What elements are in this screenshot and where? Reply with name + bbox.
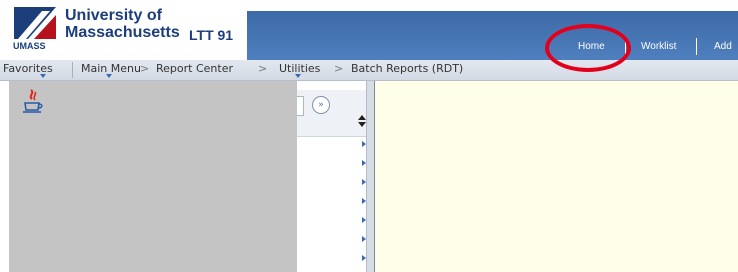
logo-university-text: University of	[65, 7, 162, 24]
highlight-circle	[545, 24, 631, 72]
breadcrumb-separator: >	[334, 62, 344, 75]
logo-environment-label: LTT 91	[189, 27, 234, 43]
favorites-dropdown-icon[interactable]	[40, 74, 46, 78]
java-applet-panel	[9, 81, 297, 272]
menu-search-input[interactable]	[297, 96, 304, 116]
nav-divider	[72, 62, 73, 78]
java-coffee-icon	[23, 89, 43, 113]
main-menu-dropdown-icon[interactable]	[106, 74, 112, 78]
breadcrumb-separator: >	[140, 62, 150, 75]
university-logo[interactable]: UMASS University of Massachusetts LTT 91	[11, 6, 247, 54]
sort-icon[interactable]	[358, 114, 366, 128]
menu-search-area	[297, 90, 366, 137]
content-area	[375, 81, 738, 272]
logo-massachusetts-text: Massachusetts	[65, 24, 180, 41]
collapse-menu-button[interactable]: »	[312, 96, 330, 114]
breadcrumb-separator: >	[258, 62, 268, 75]
add-to-favorites-link[interactable]: Add	[714, 41, 732, 53]
logo-umass-text: UMASS	[13, 41, 46, 51]
breadcrumb-batch-reports[interactable]: Batch Reports (RDT)	[351, 62, 463, 76]
utilities-dropdown-icon[interactable]	[295, 74, 301, 78]
header-separator	[696, 38, 697, 55]
breadcrumb-report-center[interactable]: Report Center	[156, 62, 233, 76]
worklist-link[interactable]: Worklist	[641, 41, 676, 53]
